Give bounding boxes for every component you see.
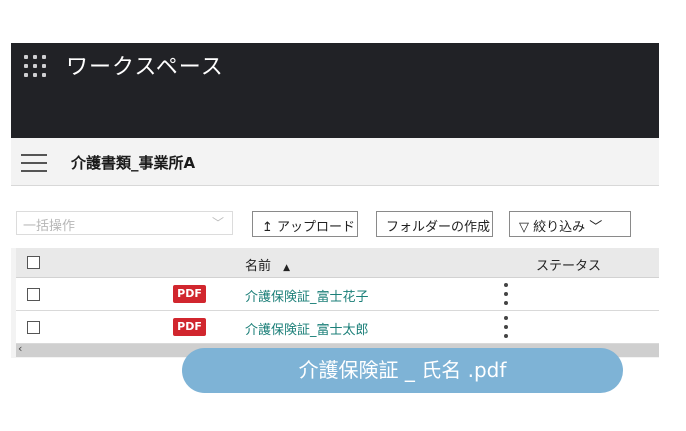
filter-button[interactable]: ▽ 絞り込み ﹀ [509,211,631,237]
upload-button[interactable]: ↥ アップロード [252,211,358,237]
app-launcher-grid-icon[interactable] [24,55,46,77]
file-name-link[interactable]: 介護保険証_富士太郎 [245,319,369,338]
upload-label: アップロード [277,220,356,235]
scroll-left-arrow-icon[interactable]: ‹ [18,342,22,355]
top-bar: ワークスペース [11,43,659,138]
bulk-action-select[interactable]: 一括操作 ﹀ [16,211,233,235]
more-options-icon[interactable] [504,316,508,338]
row-checkbox[interactable] [27,321,40,334]
app-window: ワークスペース 介護書類_事業所A 一括操作 ﹀ ↥ アップロード フォルダーの… [11,43,659,358]
chevron-down-icon: ﹀ [211,216,224,230]
chevron-down-icon: ﹀ [589,220,603,235]
bulk-action-placeholder: 一括操作 [23,219,76,234]
column-status-header[interactable]: ステータス [536,255,601,274]
filter-label: 絞り込み [533,220,586,235]
file-name-link[interactable]: 介護保険証_富士花子 [245,286,369,305]
workspace-title: ワークスペース [66,55,224,80]
folder-header: 介護書類_事業所A [11,138,659,186]
folder-title: 介護書類_事業所A [71,154,196,172]
column-name-header[interactable]: 名前 ▲ [245,255,290,274]
create-folder-button[interactable]: フォルダーの作成 [376,211,493,237]
toolbar: 一括操作 ﹀ ↥ アップロード フォルダーの作成 ▽ 絞り込み ﹀ [11,186,659,248]
table-header: 名前 ▲ ステータス [16,248,659,278]
create-folder-label: フォルダーの作成 [386,220,491,235]
upload-icon: ↥ [262,220,273,235]
column-name-label: 名前 [245,259,272,274]
table-row[interactable]: PDF 介護保険証_富士太郎 [16,311,659,344]
more-options-icon[interactable] [504,283,508,305]
select-all-checkbox[interactable] [27,256,40,269]
pdf-file-icon: PDF [173,285,206,303]
row-checkbox[interactable] [27,288,40,301]
filter-icon: ▽ [519,220,529,235]
pdf-file-icon: PDF [173,318,206,336]
sort-ascending-icon: ▲ [283,263,291,273]
filename-pattern-callout: 介護保険証 _ 氏名 .pdf [182,348,623,393]
table-row[interactable]: PDF 介護保険証_富士花子 [16,278,659,311]
menu-icon[interactable] [21,154,47,172]
